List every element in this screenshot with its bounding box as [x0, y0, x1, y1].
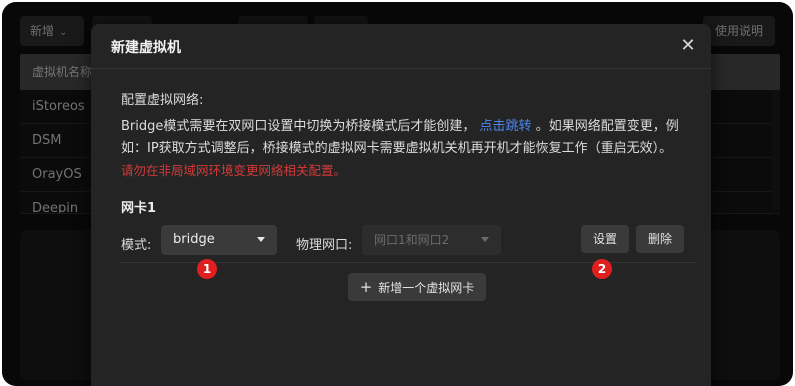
- physical-port-value: 网口1和网口2: [374, 233, 450, 247]
- nic-title: 网卡1: [121, 201, 157, 216]
- network-description: Bridge模式需要在双网口设置中切换为桥接模式后才能创建， 点击跳转 。如果网…: [121, 116, 696, 183]
- mode-label: 模式:: [121, 238, 152, 253]
- mode-select-value: bridge: [173, 232, 215, 247]
- annotation-badge-1: 1: [197, 259, 217, 279]
- close-icon[interactable]: ✕: [677, 35, 699, 57]
- network-section-label: 配置虚拟网络:: [121, 93, 204, 108]
- caret-down-icon: [481, 237, 489, 242]
- plus-icon: +: [359, 278, 373, 296]
- nic-settings-button[interactable]: 设置: [581, 225, 629, 253]
- caret-down-icon: [257, 237, 265, 242]
- warning-text: 请勿在非局域网环境变更网络相关配置。: [121, 163, 347, 178]
- app-window: 新增 ⌄ 使用说明 虚拟机名称 iStoreos DSM OrayOS Deepi…: [2, 2, 793, 386]
- dialog-header: 新建虚拟机 ✕: [91, 24, 711, 69]
- physical-port-label: 物理网口:: [296, 238, 353, 253]
- physical-port-select[interactable]: 网口1和网口2: [362, 225, 501, 255]
- dialog-title: 新建虚拟机: [111, 40, 181, 56]
- jump-link[interactable]: 点击跳转: [480, 119, 532, 134]
- annotation-badge-2: 2: [592, 259, 612, 279]
- add-nic-button[interactable]: + 新增一个虚拟网卡: [348, 273, 486, 301]
- new-vm-dialog: 新建虚拟机 ✕ 配置虚拟网络: Bridge模式需要在双网口设置中切换为桥接模式…: [91, 24, 711, 386]
- mode-select[interactable]: bridge: [161, 225, 277, 255]
- description-text: Bridge模式需要在双网口设置中切换为桥接模式后才能创建，: [121, 119, 476, 134]
- add-nic-label: 新增一个虚拟网卡: [378, 281, 475, 295]
- nic-delete-button[interactable]: 删除: [636, 225, 684, 253]
